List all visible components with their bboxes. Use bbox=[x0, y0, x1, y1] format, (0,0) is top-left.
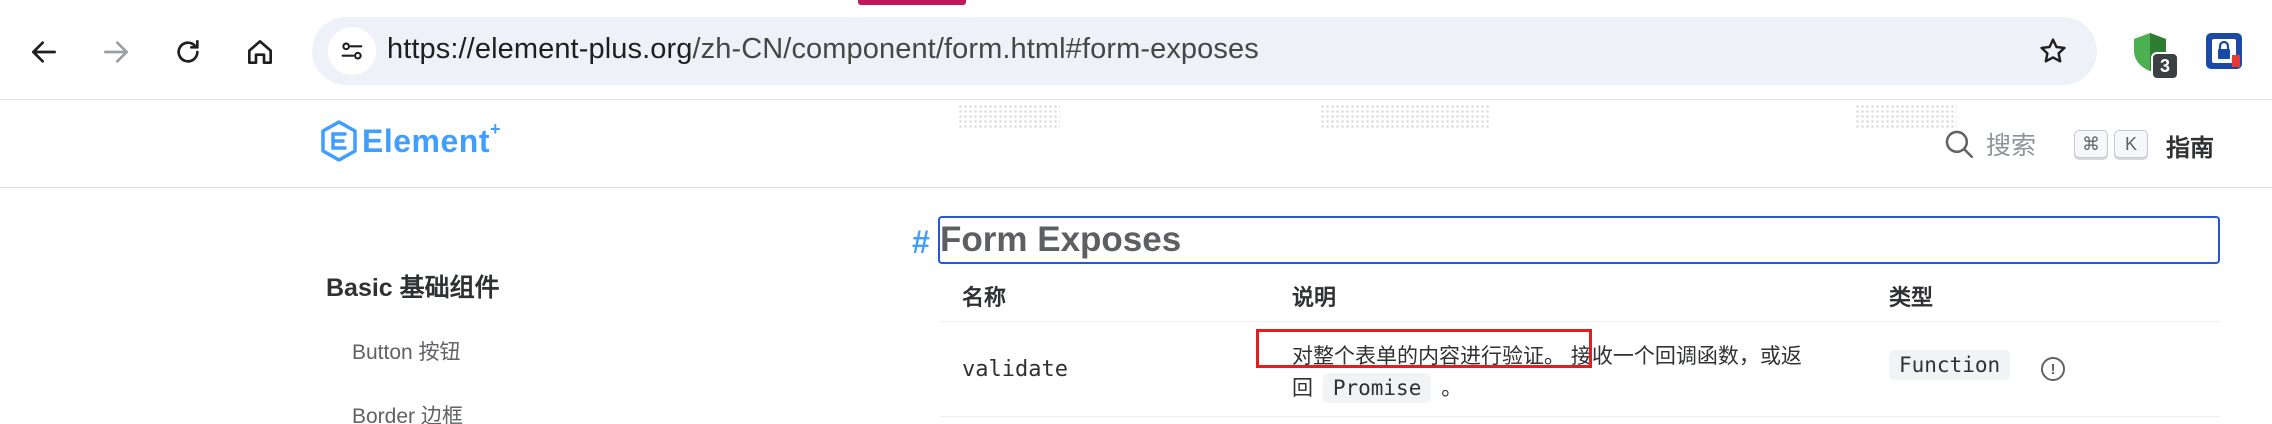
url-text[interactable]: https://element-plus.org/zh-CN/component… bbox=[387, 33, 1259, 66]
table-row-divider bbox=[940, 416, 2220, 417]
type-code: Function bbox=[1889, 350, 2011, 380]
decorative-dots bbox=[958, 104, 1060, 130]
forward-icon bbox=[104, 41, 128, 63]
search-button[interactable]: 搜索 ⌘ K bbox=[1942, 126, 2149, 162]
lock-icon bbox=[2212, 39, 2240, 67]
search-icon bbox=[1945, 130, 1974, 159]
active-tab-indicator bbox=[858, 0, 966, 5]
command-key: ⌘ bbox=[2074, 130, 2109, 158]
star-icon bbox=[2040, 38, 2066, 63]
browser-toolbar: https://element-plus.org/zh-CN/component… bbox=[0, 0, 2272, 100]
element-logo[interactable]: Element + bbox=[320, 118, 501, 162]
logo-plus: + bbox=[489, 118, 501, 139]
description-prefix: 回 bbox=[1292, 377, 1313, 400]
description-suffix: 。 bbox=[1441, 377, 1463, 400]
promise-code: Promise bbox=[1322, 373, 1432, 403]
column-header-type: 类型 bbox=[1889, 285, 1934, 310]
site-header: Element + 搜索 ⌘ K 指南 bbox=[0, 100, 2272, 188]
reload-button[interactable] bbox=[164, 28, 212, 76]
back-button[interactable] bbox=[20, 28, 68, 76]
sidebar-item-button[interactable]: Button 按钮 bbox=[352, 336, 461, 366]
address-bar[interactable]: https://element-plus.org/zh-CN/component… bbox=[312, 17, 2097, 85]
url-host: https://element-plus.org bbox=[387, 33, 693, 65]
reload-icon bbox=[177, 40, 199, 63]
decorative-dots bbox=[1320, 104, 1490, 130]
highlight-annotation-box bbox=[1256, 329, 1592, 368]
sidebar-group-title: Basic 基础组件 bbox=[326, 274, 500, 302]
site-info-icon bbox=[341, 42, 363, 60]
logo-text: Element bbox=[362, 122, 490, 159]
forward-button[interactable] bbox=[92, 28, 140, 76]
heading-anchor-link[interactable]: # bbox=[912, 224, 930, 261]
extension-badge: 3 bbox=[2151, 52, 2179, 80]
home-button[interactable] bbox=[236, 28, 284, 76]
lock-extension-icon[interactable] bbox=[2206, 33, 2242, 69]
back-icon bbox=[32, 41, 56, 63]
search-label: 搜索 bbox=[1986, 132, 2037, 160]
method-name: validate bbox=[962, 357, 1068, 382]
bookmark-button[interactable] bbox=[2031, 29, 2075, 73]
k-key: K bbox=[2114, 130, 2149, 158]
site-info-button[interactable] bbox=[328, 27, 376, 75]
info-icon[interactable]: ! bbox=[2041, 357, 2065, 381]
type-cell: Function bbox=[1889, 350, 2011, 380]
nav-guide-link[interactable]: 指南 bbox=[2166, 128, 2214, 163]
page-section-heading: Form Exposes bbox=[940, 220, 1182, 259]
url-path: /zh-CN/component/form.html#form-exposes bbox=[692, 33, 1259, 65]
element-logo-icon bbox=[321, 120, 357, 162]
home-icon bbox=[248, 40, 272, 64]
table-header-divider bbox=[940, 321, 2220, 322]
method-description-line-2: 回 Promise 。 bbox=[1292, 372, 1462, 403]
column-header-name: 名称 bbox=[962, 285, 1007, 310]
column-header-description: 说明 bbox=[1292, 285, 1337, 310]
sidebar-item-border[interactable]: Border 边框 bbox=[352, 400, 463, 424]
